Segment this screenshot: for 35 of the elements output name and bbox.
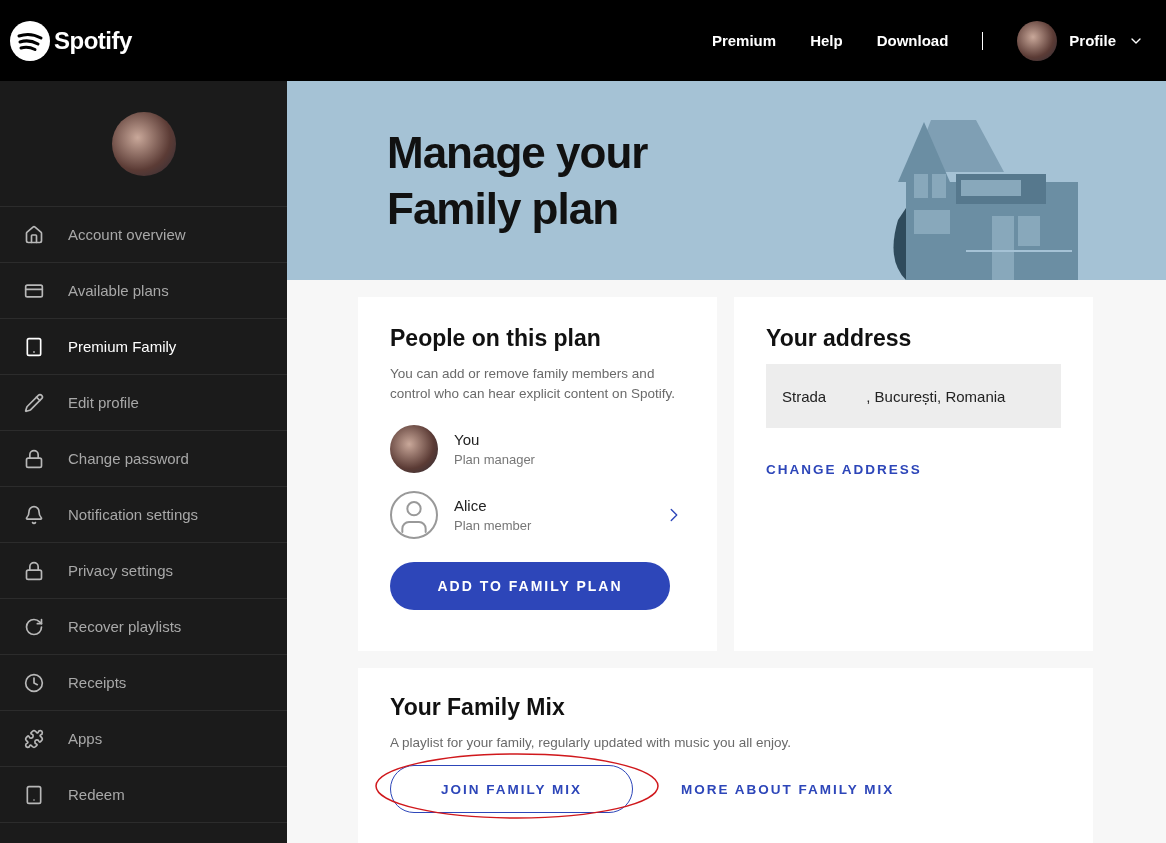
join-mix-button[interactable]: JOIN FAMILY MIX [390,765,633,813]
page-title: Manage your Family plan [387,126,649,235]
more-info-link[interactable]: MORE ABOUT FAMILY MIX [681,781,895,797]
nav-link[interactable]: Download [876,32,949,49]
puzzle-icon [24,728,44,749]
change-address-link[interactable]: CHANGE ADDRESS [766,462,922,477]
card-title: Your address [766,325,913,352]
pencil-icon [24,392,44,413]
member-role: Plan member [454,518,533,533]
card-title: Your Family Mix [390,694,566,721]
add-member-button[interactable]: ADD TO FAMILY PLAN [390,562,670,610]
nav-link[interactable]: Premium [711,32,777,49]
refresh-icon [24,616,44,637]
logo-icon [10,20,50,61]
device-icon [24,784,44,805]
card-description: A playlist for your family, regularly updated with music you all enjoy. [390,734,792,752]
lock-icon [24,448,44,469]
member-name: You [454,431,481,448]
card-description: You can add or remove family members and control who can hear explicit content on Spotify. [390,365,676,403]
city-text: , București, Romania [866,387,1006,405]
avatar-photo [1017,20,1058,61]
profile-button[interactable]: Profile [1017,20,1144,61]
person-icon [390,491,438,539]
member-role: Plan manager [454,452,536,467]
member-name: Alice [454,497,488,514]
home-icon [24,224,44,245]
logo-text: Spotify [54,26,132,55]
avatar-photo [390,425,438,473]
card-title: People on this plan [390,325,602,352]
device-icon [24,336,44,357]
lock-icon [24,560,44,581]
nav-link[interactable]: Help [810,32,843,49]
clock-icon [24,672,44,693]
bell-icon [24,504,44,525]
street-text: Strada [782,387,827,405]
